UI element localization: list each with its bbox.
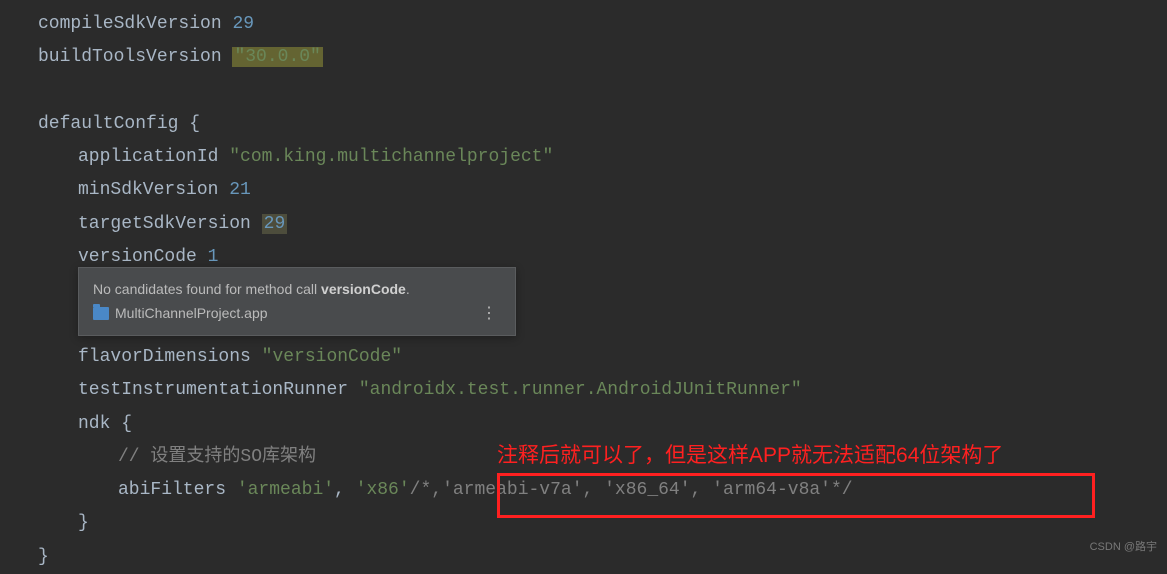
versioncode-value: 1 — [208, 247, 219, 267]
open-brace: { — [189, 114, 200, 134]
abifilters-key: abiFilters — [118, 480, 237, 500]
code-line-compilesdk[interactable]: compileSdkVersion 29 — [0, 8, 1167, 41]
code-line-ndk[interactable]: ndk { — [0, 408, 1167, 441]
tooltip-method: versionCode — [321, 281, 406, 297]
code-line-testrunner[interactable]: testInstrumentationRunner "androidx.test… — [0, 374, 1167, 407]
abi-armeabi: 'armeabi' — [237, 480, 334, 500]
minsdk-value: 21 — [229, 180, 251, 200]
ndk-close-brace: } — [78, 513, 89, 533]
tooltip-message: No candidates found for method call vers… — [93, 278, 501, 300]
folder-icon — [93, 307, 109, 320]
code-line-defaultconfig[interactable]: defaultConfig { — [0, 108, 1167, 141]
tooltip-prefix: No candidates found for method call — [93, 281, 321, 297]
code-line-defaultconfig-close[interactable]: } — [0, 541, 1167, 574]
tooltip-project-container[interactable]: MultiChannelProject.app — [93, 302, 268, 324]
tooltip-project-name: MultiChannelProject.app — [115, 302, 268, 324]
flavordim-value: "versionCode" — [262, 347, 402, 367]
watermark: CSDN @路宇 — [1090, 537, 1157, 557]
targetsdk-key: targetSdkVersion — [78, 214, 262, 234]
code-line-appid[interactable]: applicationId "com.king.multichannelproj… — [0, 141, 1167, 174]
code-line-minsdk[interactable]: minSdkVersion 21 — [0, 174, 1167, 207]
annotation-box — [497, 473, 1095, 518]
error-tooltip: No candidates found for method call vers… — [78, 267, 516, 336]
abi-comma1: , — [334, 480, 356, 500]
more-actions-icon[interactable]: ⋮ — [477, 306, 501, 322]
buildtools-key: buildToolsVersion — [38, 47, 232, 67]
testrunner-key: testInstrumentationRunner — [78, 380, 359, 400]
ndk-key: ndk — [78, 414, 121, 434]
abi-x86: 'x86' — [356, 480, 410, 500]
defaultconfig-close-brace: } — [38, 547, 49, 567]
code-line-targetsdk[interactable]: targetSdkVersion 29 — [0, 208, 1167, 241]
appid-value: "com.king.multichannelproject" — [229, 147, 553, 167]
annotation-text: 注释后就可以了，但是这样APP就无法适配64位架构了 — [497, 437, 1003, 476]
tooltip-row2: MultiChannelProject.app ⋮ — [93, 302, 501, 324]
buildtools-value: "30.0.0" — [232, 47, 322, 67]
versioncode-key: versionCode — [78, 247, 208, 267]
compile-sdk-key: compileSdkVersion — [38, 14, 232, 34]
tooltip-suffix: . — [406, 281, 410, 297]
testrunner-value: "androidx.test.runner.AndroidJUnitRunner… — [359, 380, 802, 400]
abi-comment-start: /*, — [410, 480, 442, 500]
appid-key: applicationId — [78, 147, 229, 167]
targetsdk-value: 29 — [262, 214, 288, 234]
defaultconfig-key: defaultConfig — [38, 114, 189, 134]
minsdk-key: minSdkVersion — [78, 180, 229, 200]
code-line-buildtools[interactable]: buildToolsVersion "30.0.0" — [0, 41, 1167, 74]
flavordim-key: flavorDimensions — [78, 347, 262, 367]
code-line-blank — [0, 75, 1167, 108]
code-line-flavordim[interactable]: flavorDimensions "versionCode" — [0, 341, 1167, 374]
ndk-open-brace: { — [121, 414, 132, 434]
so-comment: // 设置支持的SO库架构 — [118, 447, 316, 467]
compile-sdk-value: 29 — [232, 14, 254, 34]
